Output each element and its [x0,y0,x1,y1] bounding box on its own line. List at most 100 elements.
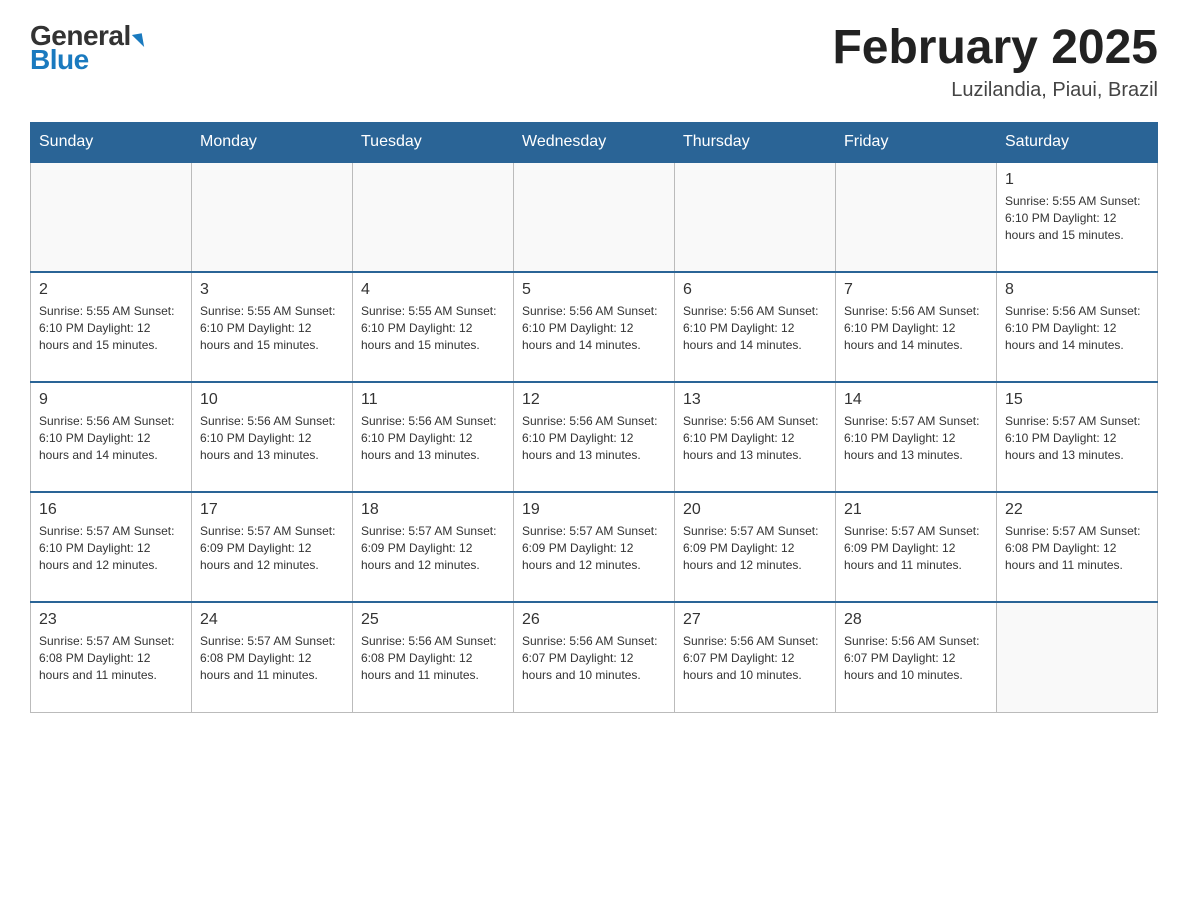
table-row: 8 Sunrise: 5:56 AM Sunset: 6:10 PM Daylig… [997,272,1158,382]
day-info: Sunrise: 5:55 AM Sunset: 6:10 PM Dayligh… [39,303,183,353]
logo-arrow-icon [132,33,144,49]
header-thursday: Thursday [675,123,836,163]
day-number: 18 [361,501,505,519]
day-info: Sunrise: 5:56 AM Sunset: 6:10 PM Dayligh… [1005,303,1149,353]
table-row: 4 Sunrise: 5:55 AM Sunset: 6:10 PM Daylig… [353,272,514,382]
day-number: 5 [522,281,666,299]
day-info: Sunrise: 5:57 AM Sunset: 6:09 PM Dayligh… [844,523,988,573]
header-saturday: Saturday [997,123,1158,163]
table-row: 10Sunrise: 5:56 AM Sunset: 6:10 PM Dayli… [192,382,353,492]
table-row: 18 Sunrise: 5:57 AM Sunset: 6:09 PM Dayli… [353,492,514,602]
day-info: Sunrise: 5:57 AM Sunset: 6:09 PM Dayligh… [361,523,505,573]
day-number: 21 [844,501,988,519]
day-number: 19 [522,501,666,519]
day-info: Sunrise: 5:57 AM Sunset: 6:08 PM Dayligh… [200,633,344,683]
day-number: 7 [844,281,988,299]
calendar-week-row: 1 Sunrise: 5:55 AM Sunset: 6:10 PM Daylig… [31,162,1158,272]
table-row: 28Sunrise: 5:56 AM Sunset: 6:07 PM Dayli… [836,602,997,712]
header-monday: Monday [192,123,353,163]
table-row: 25Sunrise: 5:56 AM Sunset: 6:08 PM Dayli… [353,602,514,712]
day-number: 11 [361,391,505,409]
day-number: 17 [200,501,344,519]
day-info: Sunrise: 5:57 AM Sunset: 6:09 PM Dayligh… [683,523,827,573]
day-number: 6 [683,281,827,299]
day-number: 8 [1005,281,1149,299]
table-row: 15Sunrise: 5:57 AM Sunset: 6:10 PM Dayli… [997,382,1158,492]
table-row: 9 Sunrise: 5:56 AM Sunset: 6:10 PM Daylig… [31,382,192,492]
table-row: 23Sunrise: 5:57 AM Sunset: 6:08 PM Dayli… [31,602,192,712]
day-number: 4 [361,281,505,299]
table-row [514,162,675,272]
table-row: 17 Sunrise: 5:57 AM Sunset: 6:09 PM Dayli… [192,492,353,602]
title-section: February 2025 Luzilandia, Piaui, Brazil [832,20,1158,102]
day-info: Sunrise: 5:56 AM Sunset: 6:10 PM Dayligh… [39,413,183,463]
table-row: 26 Sunrise: 5:56 AM Sunset: 6:07 PM Dayli… [514,602,675,712]
logo: General Blue [30,20,143,76]
day-info: Sunrise: 5:55 AM Sunset: 6:10 PM Dayligh… [200,303,344,353]
calendar-week-row: 23 Sunrise: 5:57 AM Sunset: 6:08 PM Dayli… [31,602,1158,712]
table-row: 6 Sunrise: 5:56 AM Sunset: 6:10 PM Daylig… [675,272,836,382]
day-number: 23 [39,611,183,629]
calendar-table: Sunday Monday Tuesday Wednesday Thursday… [30,122,1158,713]
table-row: 16 Sunrise: 5:57 AM Sunset: 6:10 PM Dayli… [31,492,192,602]
header-wednesday: Wednesday [514,123,675,163]
day-number: 25 [361,611,505,629]
day-info: Sunrise: 5:56 AM Sunset: 6:07 PM Dayligh… [522,633,666,683]
calendar-header-row: Sunday Monday Tuesday Wednesday Thursday… [31,123,1158,163]
header-sunday: Sunday [31,123,192,163]
day-info: Sunrise: 5:57 AM Sunset: 6:09 PM Dayligh… [522,523,666,573]
day-info: Sunrise: 5:56 AM Sunset: 6:10 PM Dayligh… [683,303,827,353]
day-info: Sunrise: 5:56 AM Sunset: 6:10 PM Dayligh… [844,303,988,353]
header-tuesday: Tuesday [353,123,514,163]
table-row: 3 Sunrise: 5:55 AM Sunset: 6:10 PM Daylig… [192,272,353,382]
page-header: General Blue February 2025 Luzilandia, P… [30,20,1158,102]
table-row [192,162,353,272]
table-row [675,162,836,272]
day-number: 22 [1005,501,1149,519]
day-number: 13 [683,391,827,409]
table-row [836,162,997,272]
table-row: 11Sunrise: 5:56 AM Sunset: 6:10 PM Dayli… [353,382,514,492]
table-row: 13 Sunrise: 5:56 AM Sunset: 6:10 PM Dayli… [675,382,836,492]
table-row: 27 Sunrise: 5:56 AM Sunset: 6:07 PM Dayli… [675,602,836,712]
table-row: 12Sunrise: 5:56 AM Sunset: 6:10 PM Dayli… [514,382,675,492]
day-info: Sunrise: 5:56 AM Sunset: 6:07 PM Dayligh… [683,633,827,683]
day-number: 24 [200,611,344,629]
day-info: Sunrise: 5:57 AM Sunset: 6:09 PM Dayligh… [200,523,344,573]
day-info: Sunrise: 5:57 AM Sunset: 6:10 PM Dayligh… [39,523,183,573]
table-row [997,602,1158,712]
day-number: 27 [683,611,827,629]
table-row: 20 Sunrise: 5:57 AM Sunset: 6:09 PM Dayli… [675,492,836,602]
day-info: Sunrise: 5:55 AM Sunset: 6:10 PM Dayligh… [1005,193,1149,243]
table-row: 5 Sunrise: 5:56 AM Sunset: 6:10 PM Daylig… [514,272,675,382]
day-info: Sunrise: 5:56 AM Sunset: 6:10 PM Dayligh… [522,303,666,353]
day-number: 26 [522,611,666,629]
table-row: 7 Sunrise: 5:56 AM Sunset: 6:10 PM Daylig… [836,272,997,382]
table-row: 21 Sunrise: 5:57 AM Sunset: 6:09 PM Dayli… [836,492,997,602]
calendar-week-row: 16 Sunrise: 5:57 AM Sunset: 6:10 PM Dayli… [31,492,1158,602]
table-row: 24 Sunrise: 5:57 AM Sunset: 6:08 PM Dayli… [192,602,353,712]
table-row [353,162,514,272]
table-row [31,162,192,272]
day-info: Sunrise: 5:56 AM Sunset: 6:10 PM Dayligh… [522,413,666,463]
day-number: 2 [39,281,183,299]
header-friday: Friday [836,123,997,163]
day-number: 9 [39,391,183,409]
day-number: 1 [1005,171,1149,189]
day-info: Sunrise: 5:57 AM Sunset: 6:10 PM Dayligh… [844,413,988,463]
day-number: 3 [200,281,344,299]
day-number: 16 [39,501,183,519]
day-number: 14 [844,391,988,409]
day-info: Sunrise: 5:56 AM Sunset: 6:10 PM Dayligh… [683,413,827,463]
table-row: 22Sunrise: 5:57 AM Sunset: 6:08 PM Dayli… [997,492,1158,602]
logo-blue: Blue [30,44,89,76]
table-row: 1 Sunrise: 5:55 AM Sunset: 6:10 PM Daylig… [997,162,1158,272]
day-number: 20 [683,501,827,519]
calendar-week-row: 2 Sunrise: 5:55 AM Sunset: 6:10 PM Daylig… [31,272,1158,382]
day-info: Sunrise: 5:55 AM Sunset: 6:10 PM Dayligh… [361,303,505,353]
month-title: February 2025 [832,20,1158,75]
table-row: 14 Sunrise: 5:57 AM Sunset: 6:10 PM Dayli… [836,382,997,492]
calendar-week-row: 9 Sunrise: 5:56 AM Sunset: 6:10 PM Daylig… [31,382,1158,492]
day-info: Sunrise: 5:57 AM Sunset: 6:10 PM Dayligh… [1005,413,1149,463]
day-number: 28 [844,611,988,629]
